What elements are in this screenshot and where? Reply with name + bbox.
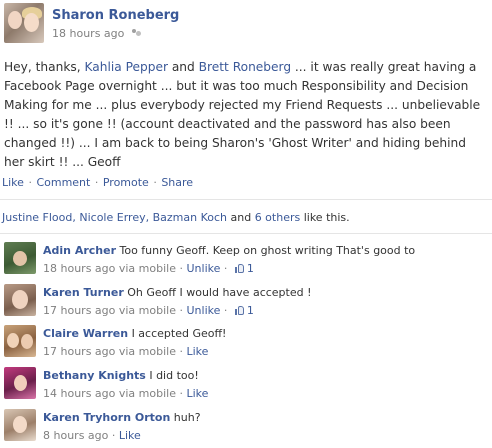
- likes-summary: Justine Flood, Nicole Errey, Bazman Koch…: [2, 211, 350, 224]
- unlike-button[interactable]: Unlike: [186, 262, 220, 275]
- divider: [0, 199, 492, 200]
- thumbs-up-icon: [234, 264, 244, 273]
- post-time-link[interactable]: 18 hours ago: [52, 27, 124, 40]
- like-button[interactable]: Like: [186, 387, 208, 400]
- avatar-face: [13, 416, 27, 433]
- poster-name-link[interactable]: Sharon Roneberg: [52, 8, 179, 23]
- like-button[interactable]: Like: [2, 176, 24, 189]
- separator: ·: [28, 176, 32, 189]
- mention-link[interactable]: Brett Roneberg: [199, 60, 291, 74]
- others-link[interactable]: 6 others: [255, 211, 301, 224]
- comment-time: 18 hours ago via mobile: [43, 262, 176, 275]
- unlike-button[interactable]: Unlike: [186, 304, 220, 317]
- mention-link[interactable]: Kahlia Pepper: [84, 60, 167, 74]
- likes-and: and: [226, 211, 255, 224]
- comment-body: I accepted Geoff!: [131, 327, 227, 340]
- friends-icon[interactable]: [132, 29, 142, 38]
- avatar-face: [24, 13, 39, 32]
- post-text: ... it was really great having a Faceboo…: [4, 60, 481, 169]
- share-button[interactable]: Share: [161, 176, 193, 189]
- comment-body: huh?: [173, 411, 201, 424]
- commenter-avatar[interactable]: [4, 242, 36, 274]
- likes-suffix: like this.: [300, 211, 350, 224]
- commenter-avatar[interactable]: [4, 284, 36, 316]
- comment-body: Oh Geoff I would have accepted !: [127, 286, 312, 299]
- comment-meta: 17 hours ago via mobile · Like: [43, 345, 209, 358]
- comment-time: 17 hours ago via mobile: [43, 304, 176, 317]
- comment-meta: 18 hours ago via mobile · Unlike · 1: [43, 262, 254, 275]
- commenter-name[interactable]: Karen Turner: [43, 286, 124, 299]
- comment: Karen Turner Oh Geoff I would have accep…: [0, 284, 492, 320]
- avatar-face: [12, 290, 28, 309]
- separator: ·: [153, 176, 157, 189]
- post-header: Sharon Roneberg 18 hours ago: [4, 3, 488, 43]
- comment-like-count[interactable]: 1: [247, 304, 254, 317]
- post-message: Hey, thanks, Kahlia Pepper and Brett Ron…: [4, 58, 488, 172]
- commenter-avatar[interactable]: [4, 325, 36, 357]
- comment-body: I did too!: [149, 369, 199, 382]
- comment-text: Karen Turner Oh Geoff I would have accep…: [43, 286, 312, 299]
- poster-avatar[interactable]: [4, 3, 44, 43]
- comment: Adin Archer Too funny Geoff. Keep on gho…: [0, 242, 492, 278]
- post-timestamp: 18 hours ago: [52, 27, 142, 40]
- comment: Karen Tryhorn Orton huh? 8 hours ago · L…: [0, 409, 492, 445]
- comment: Bethany Knights I did too! 14 hours ago …: [0, 367, 492, 403]
- comment-time: 14 hours ago via mobile: [43, 387, 176, 400]
- post-actions: Like · Comment · Promote · Share: [2, 176, 193, 189]
- comment-button[interactable]: Comment: [36, 176, 90, 189]
- post-text: Hey, thanks,: [4, 60, 85, 74]
- thumbs-up-icon: [234, 306, 244, 315]
- commenter-name[interactable]: Karen Tryhorn Orton: [43, 411, 170, 424]
- like-button[interactable]: Like: [119, 429, 141, 442]
- comment-like-count[interactable]: 1: [247, 262, 254, 275]
- separator: ·: [94, 176, 99, 189]
- promote-button[interactable]: Promote: [103, 176, 149, 189]
- comment-meta: 17 hours ago via mobile · Unlike · 1: [43, 304, 254, 317]
- comment-meta: 14 hours ago via mobile · Like: [43, 387, 209, 400]
- commenter-avatar[interactable]: [4, 367, 36, 399]
- avatar-face: [21, 334, 33, 349]
- avatar-face: [7, 333, 19, 348]
- comment-text: Karen Tryhorn Orton huh?: [43, 411, 201, 424]
- comment-meta: 8 hours ago · Like: [43, 429, 141, 442]
- avatar-face: [14, 375, 27, 391]
- comment-body: Too funny Geoff. Keep on ghost writing T…: [119, 244, 416, 257]
- commenter-avatar[interactable]: [4, 409, 36, 441]
- like-button[interactable]: Like: [186, 345, 208, 358]
- comment-time: 17 hours ago via mobile: [43, 345, 176, 358]
- avatar-face: [8, 11, 22, 29]
- commenter-name[interactable]: Claire Warren: [43, 327, 128, 340]
- divider: [0, 233, 492, 234]
- avatar-face: [13, 251, 27, 266]
- comment: Claire Warren I accepted Geoff! 17 hours…: [0, 325, 492, 361]
- comment-text: Adin Archer Too funny Geoff. Keep on gho…: [43, 244, 415, 257]
- comment-text: Bethany Knights I did too!: [43, 369, 199, 382]
- likers-link[interactable]: Justine Flood, Nicole Errey, Bazman Koch: [2, 211, 227, 224]
- commenter-name[interactable]: Bethany Knights: [43, 369, 146, 382]
- post-text: and: [167, 60, 199, 74]
- commenter-name[interactable]: Adin Archer: [43, 244, 116, 257]
- comment-time: 8 hours ago: [43, 429, 109, 442]
- comment-text: Claire Warren I accepted Geoff!: [43, 327, 226, 340]
